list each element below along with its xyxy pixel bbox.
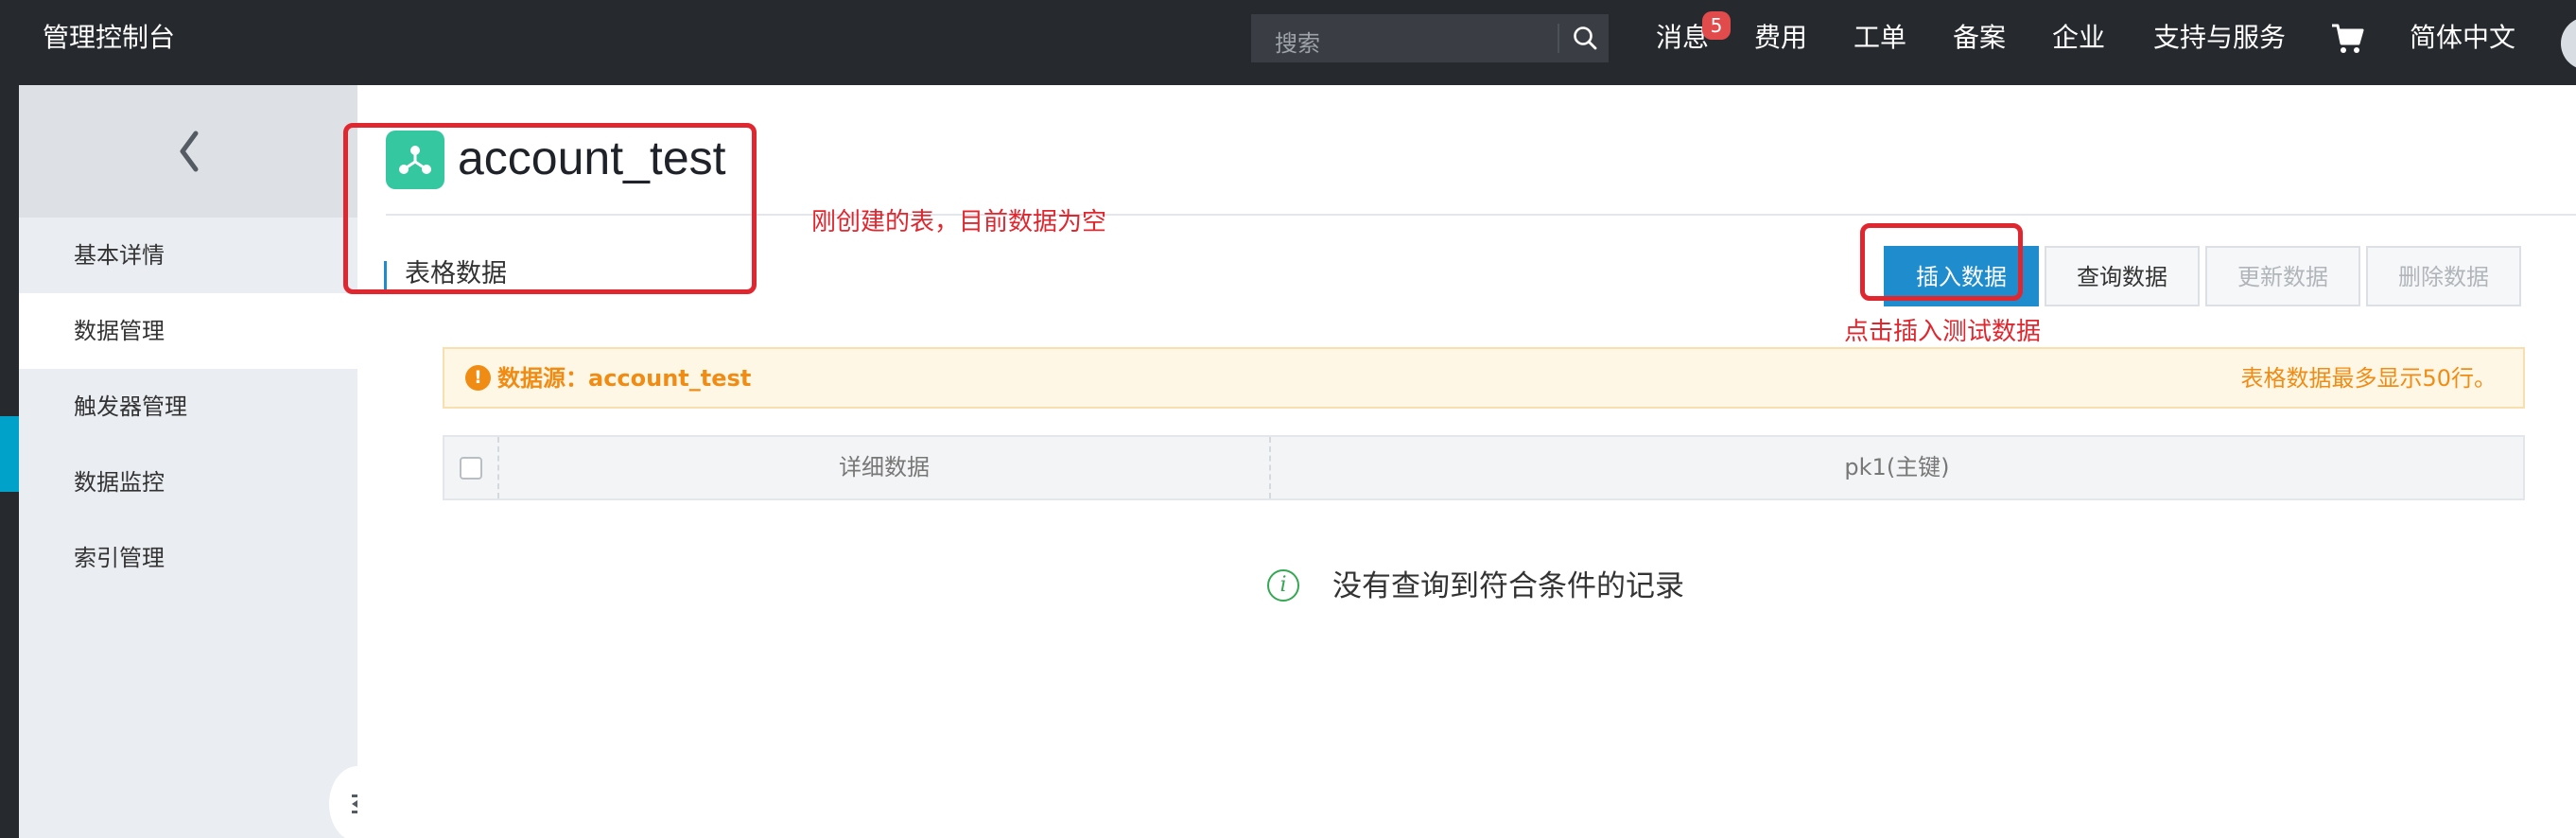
cart-button[interactable]	[2328, 19, 2366, 57]
delete-data-button[interactable]: 删除数据	[2366, 246, 2521, 306]
row-limit-note: 表格数据最多显示50行。	[2240, 365, 2497, 392]
data-source-label: 数据源：account_test	[497, 365, 752, 392]
back-button[interactable]	[19, 85, 357, 218]
messages-badge: 5	[1702, 11, 1731, 40]
annotation-click-insert: 点击插入测试数据	[1844, 318, 2042, 346]
column-header-pk1[interactable]: pk1(主键)	[1271, 452, 2523, 482]
top-navigation-bar: 管理控制台 搜索 消息 5 费用 工单 备案 企业 支持与服务 简体中文	[0, 0, 2576, 85]
sidebar-item-trigger-management[interactable]: 触发器管理	[19, 369, 357, 445]
sidebar: 基本详情 数据管理 触发器管理 数据监控 索引管理	[19, 85, 386, 838]
nav-support[interactable]: 支持与服务	[2153, 21, 2286, 55]
update-data-button[interactable]: 更新数据	[2205, 246, 2360, 306]
chevron-left-icon	[180, 131, 199, 172]
annotation-box-insert	[1860, 223, 2023, 301]
console-app: 管理控制台 搜索 消息 5 费用 工单 备案 企业 支持与服务 简体中文 基本详…	[0, 0, 2576, 838]
nav-enterprise[interactable]: 企业	[2052, 21, 2105, 55]
sidebar-item-data-monitoring[interactable]: 数据监控	[19, 445, 357, 520]
data-table-header: 详细数据 pk1(主键)	[443, 435, 2525, 500]
sidebar-item-basic-details[interactable]: 基本详情	[19, 218, 357, 293]
select-all-checkbox[interactable]	[460, 457, 482, 480]
sidebar-item-data-management[interactable]: 数据管理	[19, 293, 357, 369]
data-source-notice: ! 数据源：account_test 表格数据最多显示50行。	[443, 347, 2525, 409]
nav-messages[interactable]: 消息	[1656, 21, 1709, 55]
search-input[interactable]: 搜索	[1275, 25, 1320, 58]
info-icon: i	[1267, 569, 1299, 602]
product-nav-active-marker	[0, 416, 19, 492]
annotation-table-empty: 刚创建的表，目前数据为空	[811, 208, 1107, 236]
search-button[interactable]	[1561, 14, 1609, 62]
nav-tickets[interactable]: 工单	[1854, 21, 1906, 55]
nav-billing[interactable]: 费用	[1754, 21, 1807, 55]
annotation-box-title	[343, 123, 757, 294]
column-header-details[interactable]: 详细数据	[499, 452, 1269, 482]
nav-filing[interactable]: 备案	[1953, 21, 2006, 55]
search-box[interactable]: 搜索	[1251, 14, 1609, 62]
avatar[interactable]	[2561, 17, 2576, 70]
search-divider	[1558, 24, 1559, 53]
product-nav-strip	[0, 85, 19, 838]
nav-language[interactable]: 简体中文	[2410, 21, 2515, 55]
console-brand-link[interactable]: 管理控制台	[43, 21, 175, 55]
query-data-button[interactable]: 查询数据	[2045, 246, 2200, 306]
warning-icon: !	[465, 365, 491, 391]
search-icon	[1574, 26, 1597, 50]
main-content: account_test 表格数据 刚创建的表，目前数据为空 插入数据 查询数据…	[343, 85, 2576, 838]
cart-icon	[2332, 24, 2364, 53]
empty-state-text: 没有查询到符合条件的记录	[1332, 569, 1684, 603]
sidebar-item-index-management[interactable]: 索引管理	[19, 520, 357, 596]
